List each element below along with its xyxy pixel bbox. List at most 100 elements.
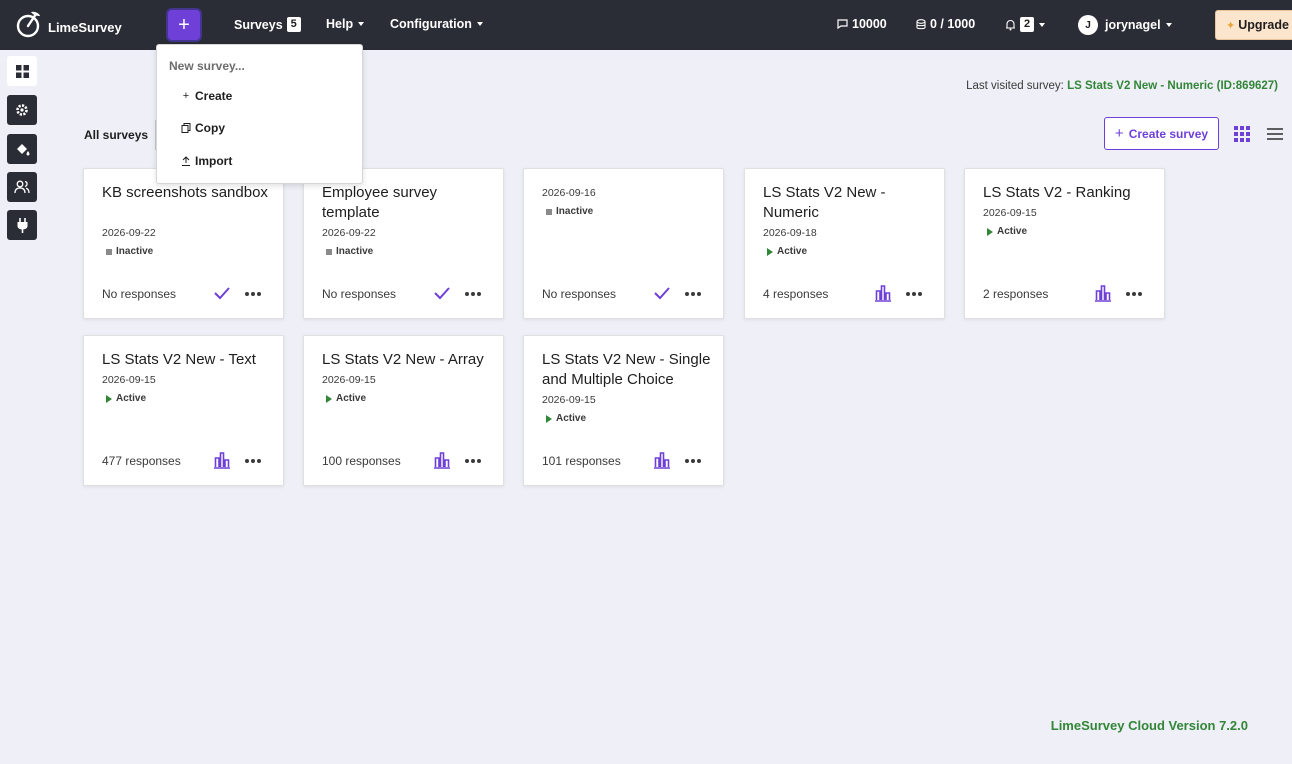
- dropdown-item-create[interactable]: + Create: [181, 89, 233, 103]
- upgrade-label: Upgrade: [1238, 18, 1289, 32]
- create-survey-label: Create survey: [1128, 126, 1209, 141]
- survey-card[interactable]: LS Stats V2 - Ranking 2026-09-15 Active …: [964, 168, 1165, 319]
- upgrade-button[interactable]: ✦ Upgrade: [1215, 10, 1292, 40]
- survey-responses: 2 responses: [983, 287, 1049, 301]
- responses-quota[interactable]: 10000: [837, 17, 887, 31]
- more-options-icon[interactable]: [245, 292, 261, 296]
- more-options-icon[interactable]: [245, 459, 261, 463]
- survey-card[interactable]: KB screenshots sandbox 2026-09-22 Inacti…: [83, 168, 284, 319]
- logo[interactable]: LimeSurvey: [16, 10, 122, 38]
- statistics-chart-icon[interactable]: [874, 284, 892, 302]
- status-badge: Active: [326, 393, 366, 404]
- survey-title[interactable]: Employee survey template: [322, 183, 497, 223]
- more-options-icon[interactable]: [685, 292, 701, 296]
- active-status-icon: [546, 414, 552, 423]
- settings-icon: [16, 104, 28, 116]
- responses-quota-value: 10000: [852, 17, 887, 31]
- survey-card[interactable]: LS Stats V2 New - Text 2026-09-15 Active…: [83, 335, 284, 486]
- survey-date: 2026-09-18: [763, 227, 817, 239]
- statistics-chart-icon[interactable]: [213, 451, 231, 469]
- survey-status: Active: [777, 246, 808, 257]
- survey-card[interactable]: LS Stats V2 New - Single and Multiple Ch…: [523, 335, 724, 486]
- more-options-icon[interactable]: [906, 292, 922, 296]
- activate-check-icon[interactable]: [433, 284, 451, 302]
- survey-date: 2026-09-15: [542, 394, 596, 406]
- sidebar-item-users[interactable]: [7, 172, 37, 202]
- survey-title[interactable]: LS Stats V2 - Ranking: [983, 183, 1158, 203]
- configuration-menu[interactable]: Configuration: [390, 17, 483, 31]
- survey-status: Active: [336, 393, 367, 404]
- storage-quota[interactable]: 0 / 1000: [916, 17, 975, 31]
- survey-status: Inactive: [336, 246, 374, 257]
- survey-responses: 477 responses: [102, 454, 181, 468]
- survey-card[interactable]: 2026-09-16 Inactive No responses: [523, 168, 724, 319]
- survey-date: 2026-09-22: [322, 227, 376, 239]
- survey-title[interactable]: LS Stats V2 New - Numeric: [763, 183, 938, 223]
- notifications-menu[interactable]: 2: [1005, 17, 1046, 32]
- survey-title[interactable]: LS Stats V2 New - Array: [322, 350, 497, 370]
- survey-title[interactable]: LS Stats V2 New - Single and Multiple Ch…: [542, 350, 717, 390]
- survey-date: 2026-09-15: [322, 374, 376, 386]
- surveys-count-badge: 5: [286, 17, 301, 32]
- new-survey-dropdown: New survey... + Create Copy Import: [156, 44, 363, 184]
- last-visited-survey-link[interactable]: LS Stats V2 New - Numeric (ID:869627): [1067, 80, 1278, 92]
- survey-card[interactable]: LS Stats V2 New - Array 2026-09-15 Activ…: [303, 335, 504, 486]
- dropdown-item-label: Import: [195, 154, 233, 168]
- more-options-icon[interactable]: [685, 459, 701, 463]
- survey-date: 2026-09-15: [102, 374, 156, 386]
- avatar: J: [1078, 15, 1098, 35]
- survey-status: Active: [997, 226, 1028, 237]
- version-label: LimeSurvey Cloud Version 7.2.0: [1050, 718, 1248, 733]
- list-view-icon[interactable]: [1266, 126, 1284, 142]
- survey-title[interactable]: LS Stats V2 New - Text: [102, 350, 277, 370]
- new-survey-menu-button[interactable]: +: [168, 10, 200, 40]
- sidebar-item-themes[interactable]: [7, 134, 37, 164]
- survey-date: 2026-09-15: [983, 207, 1037, 219]
- help-label: Help: [326, 17, 354, 31]
- sidebar-item-settings[interactable]: [7, 95, 37, 125]
- statistics-chart-icon[interactable]: [653, 451, 671, 469]
- status-badge: Inactive: [106, 246, 153, 257]
- upload-icon: [182, 156, 190, 166]
- paint-bucket-icon: [16, 144, 29, 156]
- activate-check-icon[interactable]: [653, 284, 671, 302]
- last-visited-label: Last visited survey:: [966, 80, 1064, 92]
- sidebar-item-plugins[interactable]: [7, 210, 37, 240]
- sparkle-icon: ✦: [1226, 19, 1236, 32]
- dropdown-item-copy[interactable]: Copy: [181, 121, 225, 135]
- survey-title[interactable]: KB screenshots sandbox: [102, 183, 277, 203]
- create-survey-button[interactable]: + Create survey: [1104, 117, 1219, 150]
- survey-card[interactable]: Employee survey template 2026-09-22 Inac…: [303, 168, 504, 319]
- help-menu[interactable]: Help: [326, 17, 365, 31]
- activate-check-icon[interactable]: [213, 284, 231, 302]
- survey-card[interactable]: LS Stats V2 New - Numeric 2026-09-18 Act…: [744, 168, 945, 319]
- more-options-icon[interactable]: [1126, 292, 1142, 296]
- more-options-icon[interactable]: [465, 292, 481, 296]
- survey-responses: 101 responses: [542, 454, 621, 468]
- username: jorynagel: [1105, 18, 1161, 32]
- user-menu[interactable]: J jorynagel: [1078, 15, 1172, 35]
- chevron-down-icon: [1039, 22, 1046, 27]
- survey-status: Active: [116, 393, 147, 404]
- more-options-icon[interactable]: [465, 459, 481, 463]
- survey-responses: 4 responses: [763, 287, 829, 301]
- database-icon: [916, 18, 926, 29]
- plus-icon: +: [178, 13, 190, 36]
- all-surveys-filter-label[interactable]: All surveys: [84, 128, 148, 142]
- top-navbar: LimeSurvey + Surveys 5 Help Configuratio…: [0, 0, 1292, 50]
- dropdown-item-import[interactable]: Import: [181, 154, 232, 168]
- last-visited-survey: Last visited survey: LS Stats V2 New - N…: [966, 80, 1278, 92]
- surveys-nav-label: Surveys: [234, 17, 283, 32]
- status-badge: Active: [987, 226, 1027, 237]
- bell-icon: [1006, 19, 1015, 30]
- survey-responses: No responses: [102, 287, 177, 301]
- configuration-label: Configuration: [390, 17, 472, 31]
- dropdown-header: New survey...: [169, 59, 245, 73]
- statistics-chart-icon[interactable]: [433, 451, 451, 469]
- statistics-chart-icon[interactable]: [1094, 284, 1112, 302]
- sidebar-item-dashboard[interactable]: [7, 56, 37, 86]
- grid-view-icon[interactable]: [1234, 126, 1250, 142]
- users-icon: [14, 180, 30, 194]
- inactive-status-icon: [326, 248, 332, 255]
- surveys-nav-link[interactable]: Surveys 5: [234, 17, 301, 32]
